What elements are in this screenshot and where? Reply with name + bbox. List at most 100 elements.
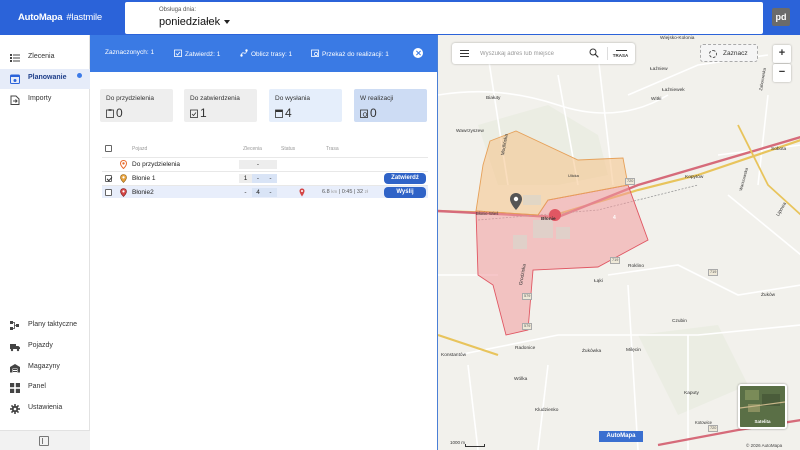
sidebar-item-label: Pojazdy [28, 342, 53, 349]
map-view[interactable]: 4 Wiejsko-Kolonia Łaźniew Witki Łaźniewe… [437, 35, 800, 450]
send-button[interactable]: Wyślij [384, 187, 426, 198]
stat-value: 0 [370, 106, 377, 120]
avatar[interactable]: pd [772, 8, 790, 26]
route-button[interactable]: TRASA [607, 47, 633, 60]
approve-button[interactable]: Zatwierdź [384, 173, 426, 184]
map-place-label: Kludzienko [535, 408, 559, 413]
route-duration: 0:45 [341, 189, 353, 195]
map-town-label: Błonie [541, 217, 556, 222]
sidebar-item-panel[interactable]: Panel [0, 378, 90, 398]
road-number-badge: 719 [708, 269, 719, 276]
map-place-label: Milęcin [626, 348, 641, 353]
road-number-badge: 720 [625, 178, 636, 185]
sidebar-item-label: Planowanie [28, 74, 67, 81]
clipboard-icon [106, 109, 114, 118]
sidebar-item-magazyny[interactable]: Magazyny [0, 358, 90, 378]
table-row[interactable]: Do przydzielenia - [102, 157, 428, 170]
calc-routes-action[interactable]: Oblicz trasy: 1 [240, 49, 292, 58]
sidebar-item-zlecenia[interactable]: Zlecenia [0, 48, 90, 68]
close-icon[interactable] [413, 48, 423, 58]
map-place-label: Kaputy [684, 391, 699, 396]
satellite-toggle[interactable]: Satelita [738, 384, 787, 429]
road-number-badge: 719 [610, 257, 621, 264]
table-row[interactable]: Błonie2 - 4 - 6.8 km | 0:45 | 32 zł Wyśl… [102, 185, 428, 198]
selection-bar: Zaznaczonych: 1 Zatwierdź: 1 Oblicz tras… [90, 35, 437, 72]
sidebar-item-planowanie[interactable]: Planowanie [0, 69, 90, 89]
road-number-badge: 720 [708, 425, 719, 432]
stat-card-in-progress[interactable]: W realizacji 0 [354, 89, 427, 122]
stat-title: W realizacji [360, 95, 394, 102]
table-row[interactable]: Błonie 1 1 - - Zatwierdź [102, 171, 428, 184]
map-place-label: Łaźniewek [662, 88, 685, 93]
sidebar-item-plany-taktyczne[interactable]: Plany taktyczne [0, 316, 90, 336]
route-summary: 6.8 km | 0:45 | 32 zł [322, 189, 368, 195]
hand-over-action[interactable]: Przekaż do realizacji: 1 [311, 49, 389, 58]
top-bar: AutoMapa #lastmile Obsługa dnia: poniedzi… [0, 0, 800, 35]
select-area-button[interactable]: Zaznacz [700, 44, 758, 62]
brand-tag: #lastmile [66, 12, 103, 23]
map-place-label: Sobota [771, 147, 787, 152]
row-checkbox[interactable] [105, 189, 112, 196]
stat-card-to-send[interactable]: Do wysłania 4 [269, 89, 342, 122]
gear-icon [10, 404, 20, 414]
sidebar-item-label: Plany taktyczne [28, 321, 78, 328]
column-header-route: Trasa [326, 146, 339, 152]
planning-panel: Zaznaczonych: 1 Zatwierdź: 1 Oblicz tras… [90, 35, 437, 450]
route-distance: 6.8 [322, 189, 330, 195]
route-distance-unit: km [331, 189, 338, 194]
map-place-label: Kopytów [685, 175, 704, 180]
brand-logo[interactable]: AutoMapa #lastmile [18, 12, 102, 23]
day-selector[interactable]: Obsługa dnia: poniedziałek [125, 2, 763, 34]
import-icon [10, 95, 20, 105]
warehouse-icon [10, 364, 20, 373]
map-place-label: Błonie-Wieś [476, 211, 499, 216]
map-place-label: Roklino [628, 264, 644, 269]
map-place-label: Witki [651, 97, 662, 102]
location-pin-icon [120, 174, 127, 183]
stat-card-unassigned[interactable]: Do przydzielenia 0 [100, 89, 173, 122]
sidebar-footer [0, 430, 90, 450]
sidebar-item-label: Magazyny [28, 363, 60, 370]
search-input[interactable] [480, 48, 580, 59]
column-header-vehicle: Pojazd [132, 146, 148, 152]
search-icon[interactable] [589, 48, 599, 58]
sidebar-item-importy[interactable]: Importy [0, 90, 90, 110]
zoom-in-button[interactable]: + [773, 45, 791, 63]
sidebar-item-label: Ustawienia [28, 404, 63, 411]
route-cost-unit: zł [364, 189, 368, 194]
vehicle-name: Błonie2 [132, 189, 154, 196]
notification-dot [77, 73, 82, 78]
map-place-label: Radonice [515, 346, 536, 351]
sidebar-item-label: Zlecenia [28, 53, 55, 60]
zoom-out-button[interactable]: − [773, 64, 791, 82]
map-place-label: Wiejsko-Kolonia [660, 36, 695, 41]
day-selector-label: Obsługa dnia: [159, 7, 197, 13]
map-place-label: Wólka [514, 377, 528, 382]
location-pin-icon [120, 188, 127, 197]
calendar-icon [275, 109, 283, 118]
location-pin-icon [120, 160, 127, 169]
stat-card-to-approve[interactable]: Do zatwierdzenia 1 [184, 89, 257, 122]
map-scale: 1000 m [450, 440, 486, 447]
route-icon [240, 49, 248, 57]
collapse-sidebar-icon[interactable] [39, 436, 49, 446]
calendar-send-icon [311, 49, 319, 57]
sidebar-item-ustawienia[interactable]: Ustawienia [0, 399, 90, 419]
chevron-down-icon[interactable] [224, 20, 230, 24]
road-number-badge: 579 [522, 323, 533, 330]
orders-unapproved: - [244, 189, 247, 196]
orders-to-send: - [252, 174, 264, 183]
select-all-checkbox[interactable] [105, 145, 112, 152]
orders-unapproved: 1 [239, 174, 252, 183]
cluster-marker-count[interactable]: 4 [613, 215, 616, 221]
tactical-plan-icon [10, 321, 19, 330]
lasso-icon [709, 50, 717, 58]
menu-icon[interactable] [460, 50, 469, 57]
sidebar-item-pojazdy[interactable]: Pojazdy [0, 337, 90, 357]
map-place-label: Konstantów [441, 353, 467, 358]
orders-count: - [239, 160, 277, 169]
hand-over-label: Przekaż do realizacji: 1 [322, 51, 389, 58]
sidebar-item-label: Panel [28, 383, 46, 390]
row-checkbox[interactable] [105, 175, 112, 182]
approve-action[interactable]: Zatwierdź: 1 [174, 49, 220, 58]
